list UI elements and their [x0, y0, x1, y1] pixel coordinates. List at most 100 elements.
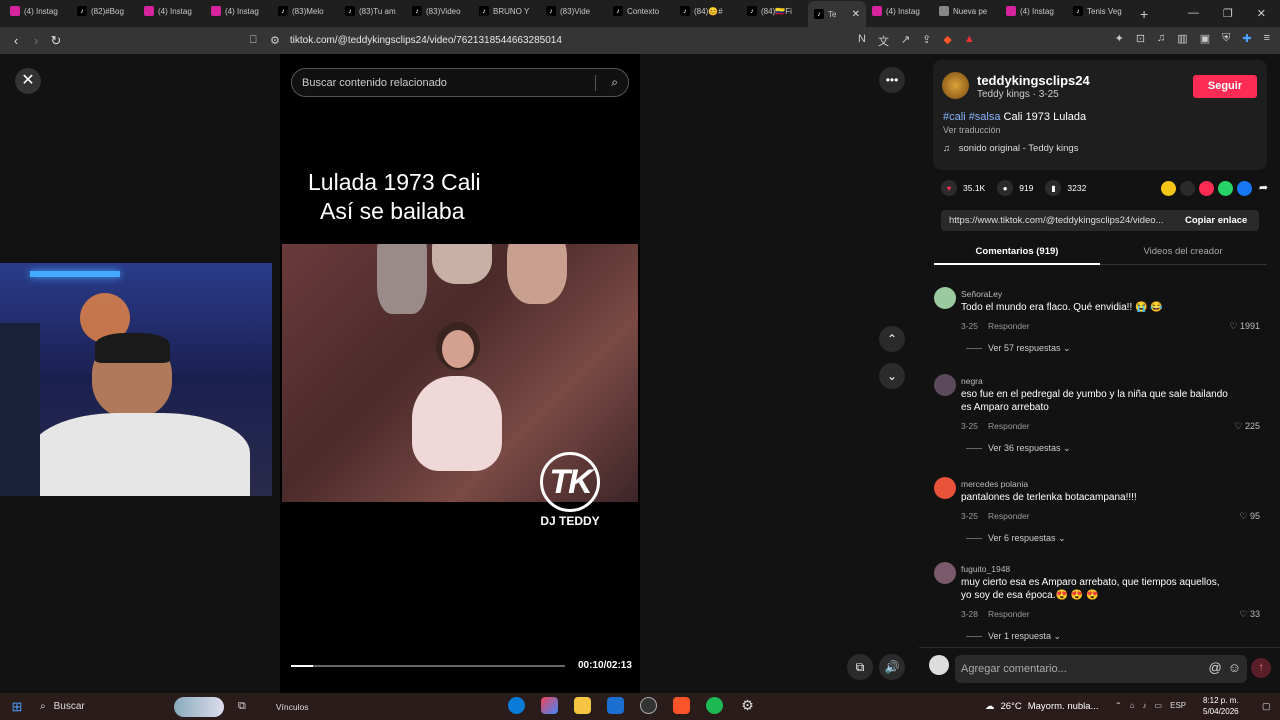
chevron-up-icon[interactable]: ⌃ — [1115, 701, 1122, 710]
browser-tab[interactable]: ♪ (83)Melo — [272, 0, 339, 22]
browser-tab[interactable]: ♪ BRUNO Y — [473, 0, 540, 22]
task-view-icon[interactable]: ⧉ — [238, 700, 246, 713]
browser-tab[interactable]: ♪ (82)#Bog — [71, 0, 138, 22]
add-comment-input[interactable]: Agregar comentario... @ ☺ — [955, 655, 1247, 683]
reload-icon[interactable]: ↻ — [46, 33, 66, 49]
comment-button[interactable]: ● 919 — [997, 180, 1033, 196]
commenter-name[interactable]: mercedes polania — [961, 479, 1028, 489]
edge-icon[interactable] — [508, 697, 525, 714]
coin-icon[interactable] — [1161, 180, 1176, 196]
picture-in-picture-button[interactable]: ⧉ — [847, 654, 873, 680]
search-icon[interactable]: ⌕ — [611, 75, 618, 90]
like-button[interactable]: ♥ 35.1K — [941, 180, 985, 196]
screenshot-icon[interactable]: ⊡ — [1136, 32, 1145, 45]
comment-like-button[interactable]: ♡ 1991 — [1229, 321, 1260, 332]
volume-button[interactable]: 🔊 — [879, 654, 905, 680]
browser-tab[interactable]: ♪ Te ✕ — [808, 1, 866, 27]
tab-creator-videos[interactable]: Videos del creador — [1100, 246, 1266, 257]
settings-icon[interactable]: ⚙ — [739, 697, 756, 714]
comment-like-button[interactable]: ♡ 33 — [1239, 609, 1260, 620]
emoji-icon[interactable]: ☺ — [1228, 660, 1241, 675]
browser-tab[interactable]: ♪ (84)😊# — [674, 0, 741, 22]
browser-tab[interactable]: ♪ Contexto — [607, 0, 674, 22]
taskbar-clock[interactable]: 8:12 p. m. 5/04/2026 — [1203, 695, 1239, 717]
reply-button[interactable]: Responder — [988, 321, 1030, 331]
video-progress-bar[interactable] — [291, 665, 565, 667]
brave-icon[interactable] — [673, 697, 690, 714]
obs-icon[interactable] — [640, 697, 657, 714]
wallet-icon[interactable]: ▣ — [1200, 32, 1210, 45]
copy-link-button[interactable]: Copiar enlace — [1185, 215, 1247, 226]
sidebar-icon[interactable]: ▥ — [1177, 32, 1187, 45]
browser-tab[interactable]: ♪ (83)Video — [406, 0, 473, 22]
volume-icon[interactable]: ♪ — [1143, 701, 1147, 710]
close-tab-icon[interactable]: ✕ — [852, 9, 860, 20]
back-icon[interactable]: ‹ — [6, 33, 26, 48]
new-tab-button[interactable]: + — [1140, 6, 1148, 22]
follow-button[interactable]: Seguir — [1193, 75, 1257, 98]
embed-icon[interactable] — [1180, 180, 1195, 196]
creator-username[interactable]: teddykingsclips24 — [977, 73, 1090, 88]
browser-tab[interactable]: (4) Instag — [138, 0, 205, 22]
battery-icon[interactable]: ▭ — [1155, 701, 1163, 710]
language-indicator[interactable]: ESP — [1170, 701, 1186, 710]
mail-icon[interactable] — [607, 697, 624, 714]
forward-icon[interactable]: › — [26, 33, 46, 48]
reply-button[interactable]: Responder — [988, 609, 1030, 619]
hashtag-cali[interactable]: #cali — [943, 111, 966, 123]
comment-like-button[interactable]: ♡ 225 — [1234, 421, 1260, 432]
close-video-button[interactable]: ✕ — [15, 68, 41, 94]
minimize-icon[interactable]: — — [1188, 7, 1199, 20]
previous-video-button[interactable]: ⌃ — [879, 326, 905, 352]
taskbar-search[interactable]: ⌕ Buscar — [34, 696, 224, 718]
network-icon[interactable]: ⌂ — [1130, 701, 1135, 710]
video-player[interactable]: Buscar contenido relacionado ⌕ Lulada 19… — [280, 54, 640, 693]
browser-tab[interactable]: ♪ (84)🇨🇴Fi — [741, 0, 808, 22]
bookmark-icon[interactable]: ⎕ — [250, 34, 257, 47]
spotify-icon[interactable] — [706, 697, 723, 714]
open-external-icon[interactable]: ↗ — [901, 33, 910, 49]
taskbar-links-toolbar[interactable]: Vínculos — [276, 702, 309, 712]
commenter-name[interactable]: fuguito_1948 — [961, 564, 1010, 574]
commenter-avatar[interactable] — [934, 477, 956, 499]
menu-icon[interactable]: ≡ — [1264, 32, 1270, 45]
browser-tab[interactable]: (4) Instag — [866, 0, 933, 22]
save-button[interactable]: ▮ 3232 — [1045, 180, 1086, 196]
browser-tab[interactable]: ♪ (83)Vide — [540, 0, 607, 22]
commenter-avatar[interactable] — [934, 287, 956, 309]
browser-tab[interactable]: ♪ Tenis Veg — [1067, 0, 1134, 22]
whatsapp-icon[interactable] — [1218, 180, 1233, 196]
windows-start-icon[interactable]: ⊞ — [0, 699, 34, 715]
browser-tab[interactable]: Nueva pe — [933, 0, 1000, 22]
view-replies-button[interactable]: Ver 36 respuestas ⌄ — [966, 443, 1071, 454]
brave-rewards-icon[interactable]: ▲ — [964, 33, 975, 49]
send-icon[interactable] — [1199, 180, 1214, 196]
next-video-button[interactable]: ⌄ — [879, 363, 905, 389]
copilot-icon[interactable] — [541, 697, 558, 714]
reply-button[interactable]: Responder — [988, 421, 1030, 431]
view-replies-button[interactable]: Ver 57 respuestas ⌄ — [966, 343, 1071, 354]
share-arrow-icon[interactable]: ➦ — [1256, 181, 1271, 196]
file-explorer-icon[interactable] — [574, 697, 591, 714]
commenter-name[interactable]: negra — [961, 376, 983, 386]
translate-icon[interactable]: 文 — [878, 33, 889, 49]
restore-icon[interactable]: ❐ — [1223, 7, 1233, 20]
browser-tab[interactable]: (4) Instag — [1000, 0, 1067, 22]
more-options-button[interactable]: ••• — [879, 67, 905, 93]
share-icon[interactable]: ⇪ — [922, 33, 931, 49]
commenter-name[interactable]: SeñoraLey — [961, 289, 1002, 299]
sound-link[interactable]: ♫ sonido original - Teddy kings — [943, 143, 1078, 154]
taskbar-weather[interactable]: ☁ 26°C Mayorm. nubla... — [985, 701, 1098, 712]
view-replies-button[interactable]: Ver 1 respuesta ⌄ — [966, 631, 1061, 642]
creator-avatar[interactable] — [942, 72, 969, 99]
brave-shield-icon[interactable]: ◆ — [943, 33, 951, 49]
reader-icon[interactable]: N — [858, 33, 866, 49]
notification-icon[interactable]: ▢ — [1262, 701, 1271, 712]
commenter-avatar[interactable] — [934, 374, 956, 396]
related-search-input[interactable]: Buscar contenido relacionado ⌕ — [291, 68, 629, 97]
close-window-icon[interactable]: ✕ — [1257, 7, 1266, 20]
tab-comments[interactable]: Comentarios (919) — [934, 246, 1100, 265]
browser-tab[interactable]: (4) Instag — [4, 0, 71, 22]
see-translation-link[interactable]: Ver traducción — [943, 125, 1001, 135]
post-comment-button[interactable]: ↑ — [1251, 658, 1271, 678]
